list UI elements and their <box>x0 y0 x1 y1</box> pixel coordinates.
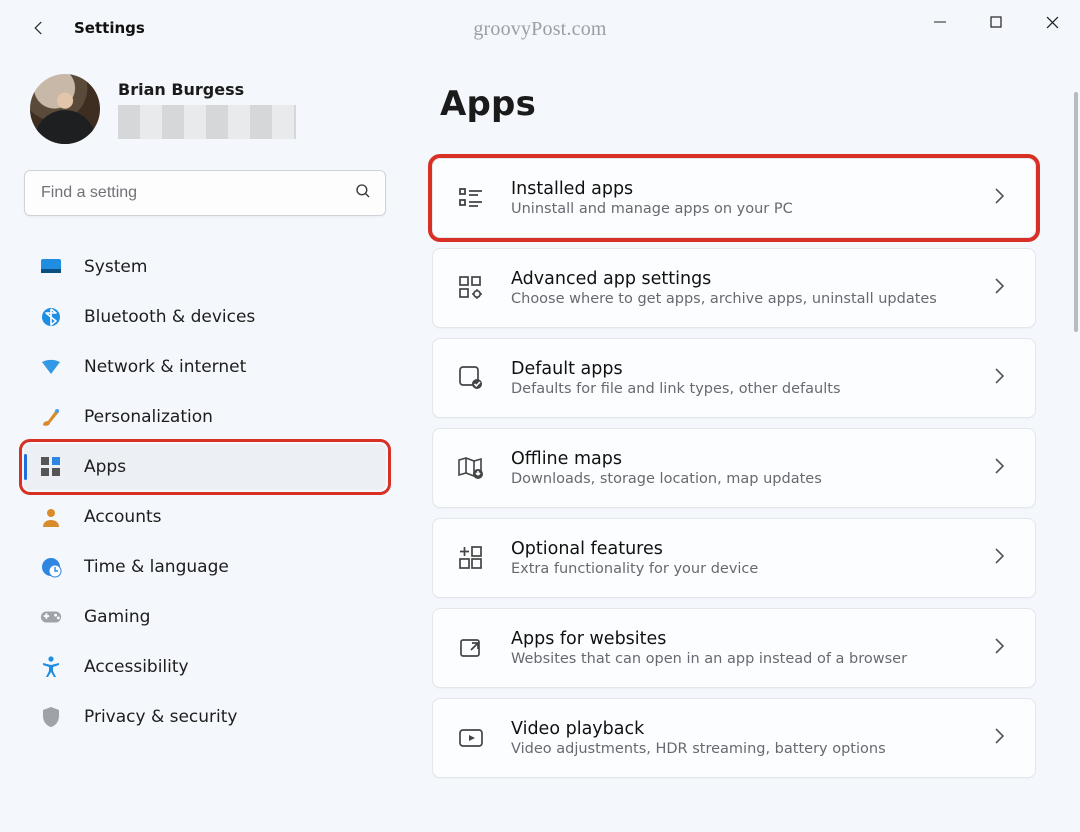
sidebar-item-label: Apps <box>84 457 126 477</box>
search-icon <box>354 182 372 204</box>
card-subtitle: Defaults for file and link types, other … <box>511 381 967 397</box>
sidebar-item-personalization[interactable]: Personalization <box>24 394 386 440</box>
card-title: Installed apps <box>511 179 967 199</box>
card-subtitle: Choose where to get apps, archive apps, … <box>511 291 967 307</box>
back-button[interactable] <box>16 5 62 51</box>
account-name: Brian Burgess <box>118 80 296 99</box>
sidebar-item-system[interactable]: System <box>24 244 386 290</box>
card-video-playback[interactable]: Video playback Video adjustments, HDR st… <box>432 698 1036 778</box>
card-subtitle: Extra functionality for your device <box>511 561 967 577</box>
paintbrush-icon <box>40 406 62 428</box>
sidebar-item-gaming[interactable]: Gaming <box>24 594 386 640</box>
card-title: Apps for websites <box>511 629 967 649</box>
search-wrap <box>24 170 386 216</box>
sidebar-item-accessibility[interactable]: Accessibility <box>24 644 386 690</box>
sidebar-item-bluetooth[interactable]: Bluetooth & devices <box>24 294 386 340</box>
maximize-icon <box>990 16 1002 28</box>
chevron-right-icon <box>993 277 1017 299</box>
card-apps-for-websites[interactable]: Apps for websites Websites that can open… <box>432 608 1036 688</box>
sidebar-item-label: Time & language <box>84 557 229 577</box>
system-icon <box>40 256 62 278</box>
wifi-icon <box>40 356 62 378</box>
chevron-right-icon <box>993 457 1017 479</box>
window-controls <box>912 0 1080 44</box>
card-optional-features[interactable]: Optional features Extra functionality fo… <box>432 518 1036 598</box>
apps-icon <box>40 456 62 478</box>
title-bar: Settings groovyPost.com <box>0 0 1080 56</box>
card-list: Installed apps Uninstall and manage apps… <box>432 158 1036 778</box>
map-download-icon <box>457 454 485 482</box>
nav: System Bluetooth & devices Network & int… <box>24 244 386 740</box>
card-title: Offline maps <box>511 449 967 469</box>
card-title: Video playback <box>511 719 967 739</box>
card-subtitle: Downloads, storage location, map updates <box>511 471 967 487</box>
grid-gear-icon <box>457 274 485 302</box>
sidebar-item-label: Personalization <box>84 407 213 427</box>
sidebar-item-label: Network & internet <box>84 357 246 377</box>
card-title: Advanced app settings <box>511 269 967 289</box>
main-panel: Apps Installed apps Uninstall and manage… <box>410 56 1080 832</box>
accessibility-icon <box>40 656 62 678</box>
open-link-icon <box>457 634 485 662</box>
account-block[interactable]: Brian Burgess <box>24 74 386 144</box>
sidebar-item-network[interactable]: Network & internet <box>24 344 386 390</box>
arrow-left-icon <box>30 19 48 37</box>
minimize-icon <box>934 16 946 28</box>
chevron-right-icon <box>993 637 1017 659</box>
sidebar-item-label: System <box>84 257 147 277</box>
maximize-button[interactable] <box>968 0 1024 44</box>
shield-icon <box>40 706 62 728</box>
sidebar-item-label: Accounts <box>84 507 162 527</box>
card-advanced-app-settings[interactable]: Advanced app settings Choose where to ge… <box>432 248 1036 328</box>
person-icon <box>40 506 62 528</box>
clock-globe-icon <box>40 556 62 578</box>
list-icon <box>457 184 485 212</box>
avatar <box>30 74 100 144</box>
close-button[interactable] <box>1024 0 1080 44</box>
sidebar-item-time[interactable]: Time & language <box>24 544 386 590</box>
scrollbar-thumb[interactable] <box>1074 92 1078 332</box>
sidebar-item-label: Accessibility <box>84 657 189 677</box>
chevron-right-icon <box>993 727 1017 749</box>
gamepad-icon <box>40 606 62 628</box>
chevron-right-icon <box>993 367 1017 389</box>
sidebar-item-apps[interactable]: Apps <box>24 444 386 490</box>
sidebar-item-label: Gaming <box>84 607 150 627</box>
card-title: Optional features <box>511 539 967 559</box>
sidebar: Brian Burgess System Bluetooth & devices… <box>0 56 410 832</box>
card-installed-apps[interactable]: Installed apps Uninstall and manage apps… <box>432 158 1036 238</box>
grid-plus-icon <box>457 544 485 572</box>
card-subtitle: Uninstall and manage apps on your PC <box>511 201 967 217</box>
page-title: Apps <box>440 84 1036 124</box>
card-subtitle: Video adjustments, HDR streaming, batter… <box>511 741 967 757</box>
sidebar-item-accounts[interactable]: Accounts <box>24 494 386 540</box>
minimize-button[interactable] <box>912 0 968 44</box>
bluetooth-icon <box>40 306 62 328</box>
window-title: Settings <box>74 19 145 37</box>
chevron-right-icon <box>993 187 1017 209</box>
sidebar-item-privacy[interactable]: Privacy & security <box>24 694 386 740</box>
watermark-text: groovyPost.com <box>473 18 606 41</box>
account-info: Brian Burgess <box>118 80 296 139</box>
card-offline-maps[interactable]: Offline maps Downloads, storage location… <box>432 428 1036 508</box>
chevron-right-icon <box>993 547 1017 569</box>
video-icon <box>457 724 485 752</box>
sidebar-item-label: Bluetooth & devices <box>84 307 255 327</box>
default-check-icon <box>457 364 485 392</box>
search-input[interactable] <box>24 170 386 216</box>
close-icon <box>1046 16 1059 29</box>
sidebar-item-label: Privacy & security <box>84 707 238 727</box>
card-subtitle: Websites that can open in an app instead… <box>511 651 967 667</box>
card-title: Default apps <box>511 359 967 379</box>
account-email-redacted <box>118 105 296 139</box>
card-default-apps[interactable]: Default apps Defaults for file and link … <box>432 338 1036 418</box>
